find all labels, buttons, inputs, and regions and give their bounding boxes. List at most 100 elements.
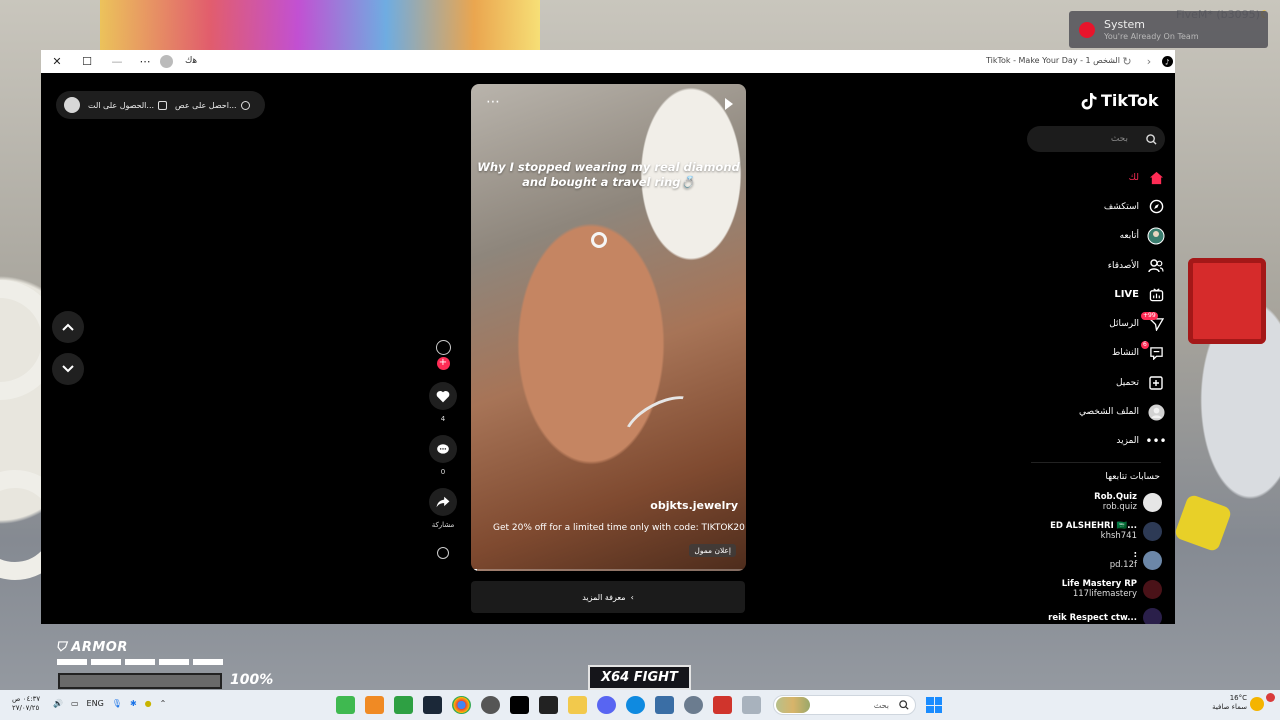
more-options-button[interactable]: ⋯ [137,54,153,69]
coin-icon [240,100,250,110]
learn-more-button[interactable]: معرفة المزيد ‹ [471,581,745,613]
background-extinguisher [1188,258,1266,344]
tiktok-logo[interactable]: TikTok [1080,91,1158,110]
messages-icon: +99 [1141,312,1165,333]
video-player[interactable]: ⋯ Why I stopped wearing my real diamond … [471,84,746,571]
tiktok-app-window: ✕ ☐ — ⋯ ﻫﻙ TikTok - Make Your Day - الشخ… [41,50,1175,624]
following-account[interactable]: ED ALSHEHRI 🇸🇦... khsh741 [1050,521,1162,541]
app-promo-pill: الحصول على الت... احصل على عص... [56,91,265,119]
chrome-icon[interactable] [452,696,471,714]
video-more-icon[interactable]: ⋯ [486,94,500,110]
chevron-up-icon[interactable]: ⌃ [160,699,167,708]
play-icon[interactable] [725,98,733,110]
app-icon[interactable] [394,696,413,714]
app-icon[interactable] [365,696,384,714]
sidebar-item-more[interactable]: المزيد ••• [1071,427,1167,456]
like-button[interactable] [429,382,457,410]
avatar [1143,521,1162,541]
get-app-link[interactable]: الحصول على الت... [88,100,168,110]
sidebar-item-explore[interactable]: استكشف [1071,192,1165,221]
clock[interactable]: ٠٤:٣٧ ص ٢٧/٠٧/٢٥ [12,695,40,713]
ad-description: Get 20% off for a limited time only with… [493,523,745,533]
like-count: 4 [440,415,446,423]
window-shortcut-label: ﻫﻙ [185,56,198,66]
taskbar-apps [336,696,761,714]
profile-avatar[interactable] [160,55,173,68]
search-box[interactable]: بحث [1027,126,1165,152]
acrobat-icon[interactable] [713,696,732,714]
avatar[interactable] [64,97,80,113]
language-indicator[interactable]: ENG [87,699,104,708]
sidebar-item-profile[interactable]: الملف الشخصي [1071,397,1165,426]
following-account[interactable]: Rob.Quiz rob.quiz [1094,492,1162,512]
svg-text:♪: ♪ [1165,57,1170,66]
sidebar-item-following[interactable]: أتابعه [1071,222,1165,251]
following-avatar-icon [1147,227,1165,245]
epic-games-icon[interactable] [539,696,558,714]
previous-video-button[interactable] [52,311,84,343]
gear-icon[interactable] [684,696,703,714]
close-button[interactable]: ✕ [49,54,65,69]
system-tray: 🔊 ▭ ENG 🎙 ✱ ● ⌃ [53,699,166,708]
get-coins-link[interactable]: احصل على عص... [175,100,250,110]
minimize-button[interactable]: — [109,54,125,69]
steam-icon[interactable] [423,696,442,714]
sidebar-item-live[interactable]: LIVE [1071,280,1165,309]
network-icon[interactable]: ▭ [71,699,79,708]
discord-icon[interactable] [597,696,616,714]
tiktok-taskbar-icon[interactable] [510,696,529,714]
live-icon [1147,286,1165,304]
avatar [1143,550,1162,570]
bluetooth-icon[interactable]: ✱ [130,699,137,708]
chevron-up-icon [62,323,74,331]
comment-count: 0 [440,468,446,476]
maximize-button[interactable]: ☐ [79,54,95,69]
bracelet-graphic [616,385,706,459]
video-author[interactable]: objkts.jewelry [650,499,738,512]
creator-avatar[interactable] [435,340,451,355]
store-icon[interactable] [655,696,674,714]
window-icon[interactable] [742,696,761,714]
edge-icon[interactable] [626,696,645,714]
search-input[interactable]: بحث [1111,134,1128,144]
music-disc-icon[interactable] [437,547,449,559]
sidebar-item-upload[interactable]: تحميل [1071,368,1165,397]
upload-icon [1147,374,1165,392]
forward-icon[interactable]: › [1141,54,1157,69]
sidebar-item-activity[interactable]: النشاط 6 [1071,339,1165,368]
refresh-icon[interactable]: ↻ [1119,54,1135,69]
shield-icon: ⛉ [56,640,72,655]
follow-button[interactable]: + [436,357,450,370]
search-icon[interactable] [1146,133,1157,145]
tray-app-icon[interactable]: ● [145,699,152,708]
sidebar-item-for-you[interactable]: لك [1071,163,1165,192]
tiktok-note-icon [1081,92,1097,109]
taskbar-search[interactable]: بحث [773,695,916,715]
video-caption: Why I stopped wearing my real diamond an… [477,160,740,189]
title-bar: ✕ ☐ — ⋯ ﻫﻙ TikTok - Make Your Day - الشخ… [41,50,1175,73]
sponsored-badge: إعلان ممول [689,544,736,557]
sidebar-menu: لك استكشف أتابعه الأصدقاء LIVE الرسائل +… [1071,163,1167,456]
sidebar-item-friends[interactable]: الأصدقاء [1071,251,1165,280]
microphone-icon[interactable]: 🎙 [112,699,122,708]
more-icon: ••• [1145,434,1167,449]
speaker-icon[interactable]: 🔊 [53,699,63,708]
following-account[interactable]: : pd.12f [1110,550,1162,570]
tiktok-logo-icon: ♪ [1159,54,1175,69]
video-progress-bar[interactable] [471,569,746,571]
avatar [1143,608,1162,624]
next-video-button[interactable] [52,353,84,385]
moon-weather-icon [1250,697,1264,711]
weather-widget[interactable]: 16°C سماء صافية [1207,694,1247,712]
messages-badge: +99 [1141,312,1158,321]
share-button[interactable] [429,488,457,516]
comment-button[interactable] [429,435,457,463]
sidebar-item-messages[interactable]: الرسائل +99 [1071,309,1165,338]
following-account[interactable]: Life Mastery RP 117lifemastery [1062,579,1162,599]
app-icon[interactable] [336,696,355,714]
search-icon [899,700,909,710]
settings-gear-icon[interactable] [481,696,500,714]
following-account[interactable]: reik Respect ctw... [1048,608,1162,624]
start-button[interactable] [926,697,942,713]
folder-icon[interactable] [568,696,587,714]
